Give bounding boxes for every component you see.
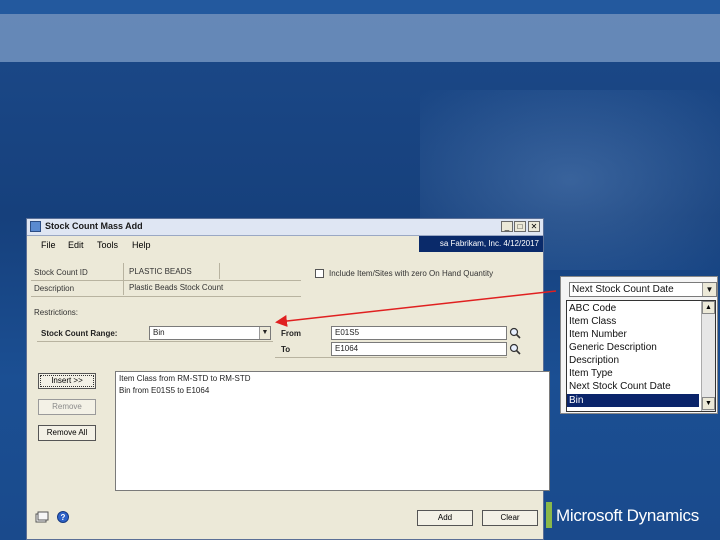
pointer-arrow [275, 290, 557, 327]
microsoft-dynamics-logo: Microsoft Dynamics [546, 500, 720, 540]
logo-mark [546, 502, 552, 528]
logo-text: Microsoft Dynamics [556, 506, 699, 525]
